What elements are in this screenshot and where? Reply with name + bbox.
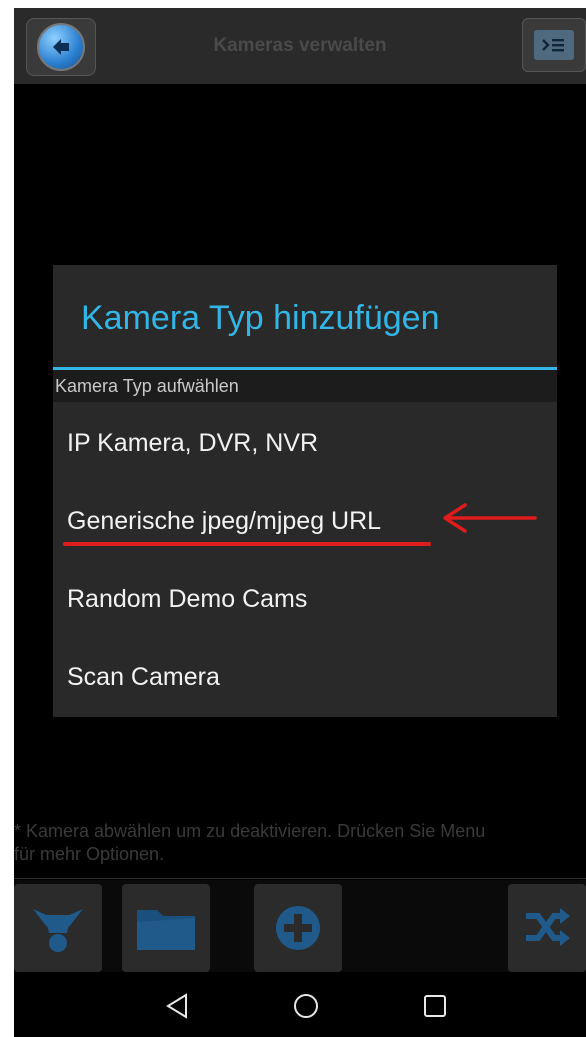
nav-home-icon[interactable] (292, 992, 320, 1020)
red-arrow-icon (443, 503, 537, 533)
system-nav-bar (14, 972, 586, 1037)
app-screen: Kameras verwalten Kamera Typ hinzufügen … (14, 8, 586, 1037)
hint-text: * Kamera abwählen um zu deaktivieren. Dr… (14, 820, 586, 866)
hint-line-2: für mehr Optionen. (14, 844, 165, 864)
network-icon (33, 909, 83, 952)
option-ip-camera[interactable]: IP Kamera, DVR, NVR (67, 413, 547, 473)
add-icon (276, 906, 320, 950)
network-button[interactable] (14, 884, 102, 972)
bottom-toolbar (14, 880, 586, 972)
folder-button[interactable] (122, 884, 210, 972)
menu-button[interactable] (522, 18, 586, 72)
folder-icon (137, 910, 195, 950)
add-camera-type-dialog: Kamera Typ hinzufügen Kamera Typ aufwähl… (53, 265, 557, 717)
hint-line-1: * Kamera abwählen um zu deaktivieren. Dr… (14, 821, 486, 841)
nav-back-icon[interactable] (164, 992, 190, 1020)
add-camera-button[interactable] (254, 884, 342, 972)
nav-recents-icon[interactable] (422, 992, 448, 1020)
dialog-subtitle: Kamera Typ aufwählen (53, 370, 557, 402)
page-title: Kameras verwalten (213, 35, 387, 56)
option-scan-camera[interactable]: Scan Camera (67, 647, 547, 707)
menu-list-icon (534, 30, 574, 60)
hint-divider (14, 878, 586, 879)
dialog-title: Kamera Typ hinzufügen (81, 299, 440, 337)
highlight-underline (63, 542, 431, 546)
shuffle-button[interactable] (508, 884, 586, 972)
option-random-demo-cams[interactable]: Random Demo Cams (67, 569, 547, 629)
top-bar: Kameras verwalten (14, 8, 586, 84)
shuffle-icon (526, 908, 570, 946)
